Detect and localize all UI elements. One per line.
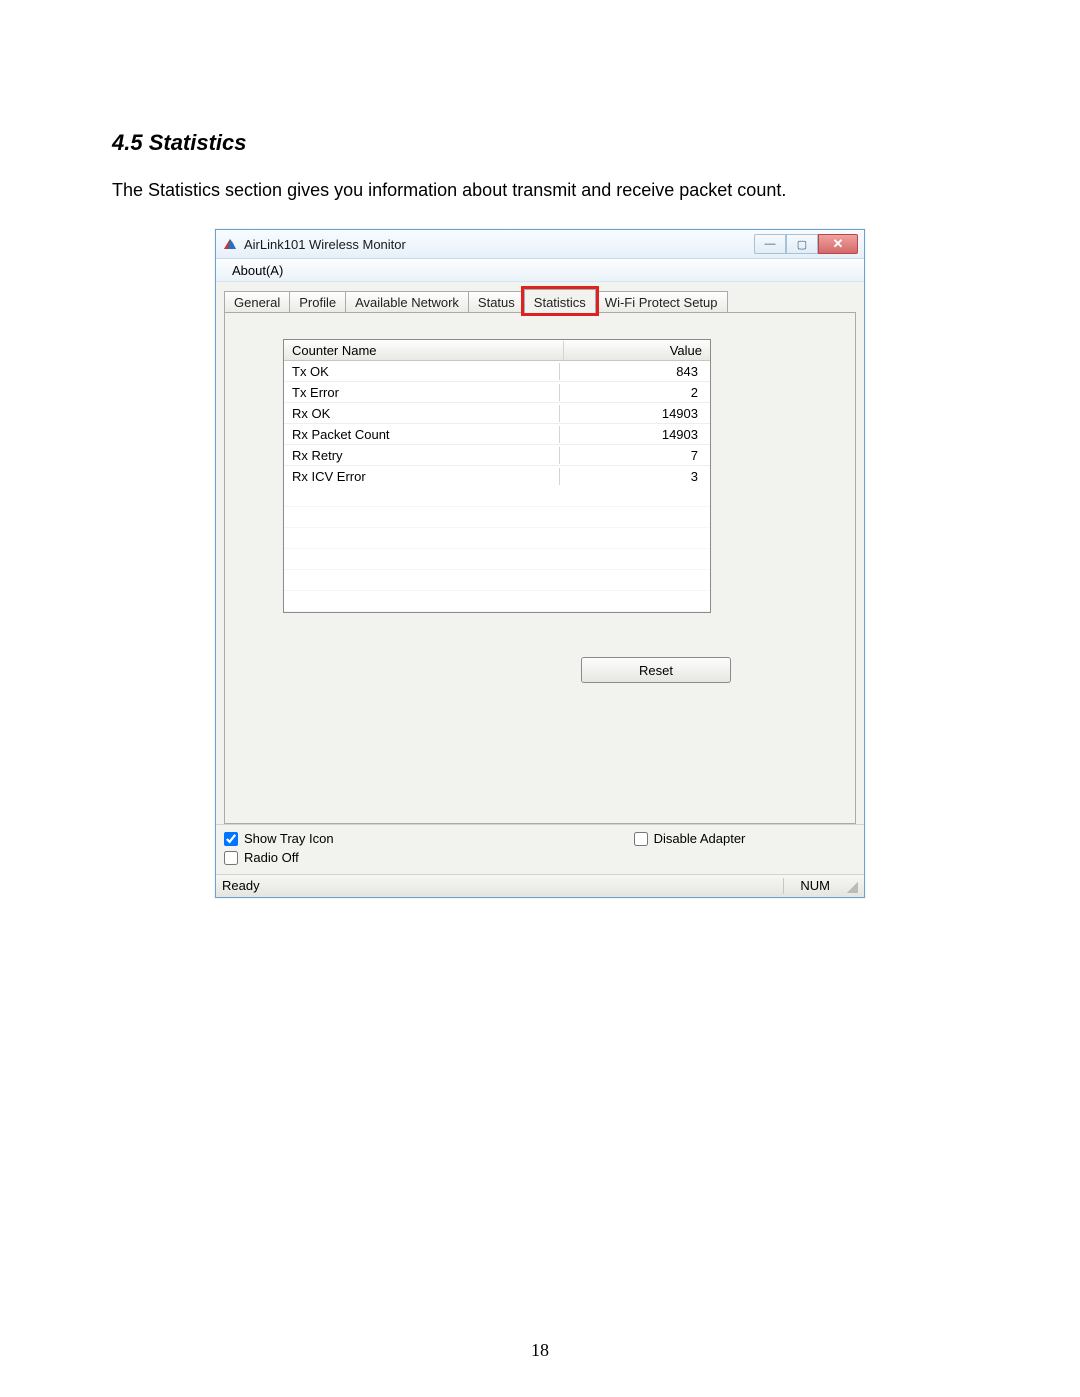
menubar: About(A) bbox=[216, 259, 864, 282]
window-title: AirLink101 Wireless Monitor bbox=[244, 237, 754, 252]
titlebar: AirLink101 Wireless Monitor — ▢ ✕ bbox=[216, 230, 864, 259]
client-area: General Profile Available Network Status… bbox=[216, 282, 864, 824]
tab-profile[interactable]: Profile bbox=[289, 291, 346, 313]
maximize-button[interactable]: ▢ bbox=[786, 234, 818, 254]
tab-available-network[interactable]: Available Network bbox=[345, 291, 469, 313]
section-body-text: The Statistics section gives you informa… bbox=[112, 180, 968, 201]
checkbox-input[interactable] bbox=[224, 832, 238, 846]
cell-counter-name: Rx Retry bbox=[284, 447, 560, 464]
cell-value: 2 bbox=[560, 384, 710, 401]
cell-counter-name: Rx OK bbox=[284, 405, 560, 422]
cell-value: 3 bbox=[560, 468, 710, 485]
app-icon bbox=[222, 236, 238, 252]
section-heading: 4.5 Statistics bbox=[112, 130, 968, 156]
col-header-counter-name: Counter Name bbox=[284, 341, 564, 360]
cell-counter-name: Tx OK bbox=[284, 363, 560, 380]
table-row: Rx Retry 7 bbox=[284, 445, 710, 466]
table-row: Rx OK 14903 bbox=[284, 403, 710, 424]
window-controls: — ▢ ✕ bbox=[754, 234, 858, 254]
checkbox-input[interactable] bbox=[634, 832, 648, 846]
tab-body: Counter Name Value Tx OK 843 Tx Error 2 bbox=[224, 312, 856, 824]
maximize-icon: ▢ bbox=[797, 238, 807, 251]
checkbox-label: Disable Adapter bbox=[654, 831, 746, 846]
table-row: Rx Packet Count 14903 bbox=[284, 424, 710, 445]
bottom-panel: Show Tray Icon Disable Adapter Radio Off bbox=[216, 824, 864, 874]
col-header-value: Value bbox=[564, 341, 710, 360]
minimize-button[interactable]: — bbox=[754, 234, 786, 254]
tabstrip: General Profile Available Network Status… bbox=[224, 289, 856, 313]
tab-statistics[interactable]: Statistics bbox=[524, 289, 596, 313]
cell-value: 14903 bbox=[560, 405, 710, 422]
statusbar: Ready NUM bbox=[216, 874, 864, 897]
status-ready: Ready bbox=[222, 878, 777, 893]
checkbox-label: Radio Off bbox=[244, 850, 299, 865]
table-body: Tx OK 843 Tx Error 2 Rx OK 14903 Rx Pa bbox=[284, 361, 710, 486]
cell-counter-name: Rx ICV Error bbox=[284, 468, 560, 485]
reset-button[interactable]: Reset bbox=[581, 657, 731, 683]
checkbox-disable-adapter[interactable]: Disable Adapter bbox=[634, 831, 746, 846]
checkbox-radio-off[interactable]: Radio Off bbox=[224, 850, 299, 865]
close-icon: ✕ bbox=[833, 236, 844, 252]
tab-status[interactable]: Status bbox=[468, 291, 525, 313]
table-row: Tx Error 2 bbox=[284, 382, 710, 403]
statistics-table: Counter Name Value Tx OK 843 Tx Error 2 bbox=[283, 339, 711, 613]
table-empty-area bbox=[284, 486, 710, 612]
menu-about[interactable]: About(A) bbox=[224, 261, 291, 280]
minimize-icon: — bbox=[765, 238, 776, 250]
tab-wifi-protect-setup[interactable]: Wi-Fi Protect Setup bbox=[595, 291, 728, 313]
checkbox-show-tray-icon[interactable]: Show Tray Icon bbox=[224, 831, 334, 846]
page-number: 18 bbox=[0, 1340, 1080, 1361]
cell-counter-name: Tx Error bbox=[284, 384, 560, 401]
app-window: AirLink101 Wireless Monitor — ▢ ✕ About(… bbox=[215, 229, 865, 898]
table-row: Rx ICV Error 3 bbox=[284, 466, 710, 486]
cell-value: 14903 bbox=[560, 426, 710, 443]
checkbox-input[interactable] bbox=[224, 851, 238, 865]
status-num: NUM bbox=[790, 878, 840, 893]
table-row: Tx OK 843 bbox=[284, 361, 710, 382]
resize-grip-icon[interactable] bbox=[844, 879, 858, 893]
cell-value: 843 bbox=[560, 363, 710, 380]
cell-value: 7 bbox=[560, 447, 710, 464]
checkbox-label: Show Tray Icon bbox=[244, 831, 334, 846]
table-header-row: Counter Name Value bbox=[284, 340, 710, 361]
cell-counter-name: Rx Packet Count bbox=[284, 426, 560, 443]
tab-general[interactable]: General bbox=[224, 291, 290, 313]
status-separator bbox=[783, 878, 784, 894]
close-button[interactable]: ✕ bbox=[818, 234, 858, 254]
